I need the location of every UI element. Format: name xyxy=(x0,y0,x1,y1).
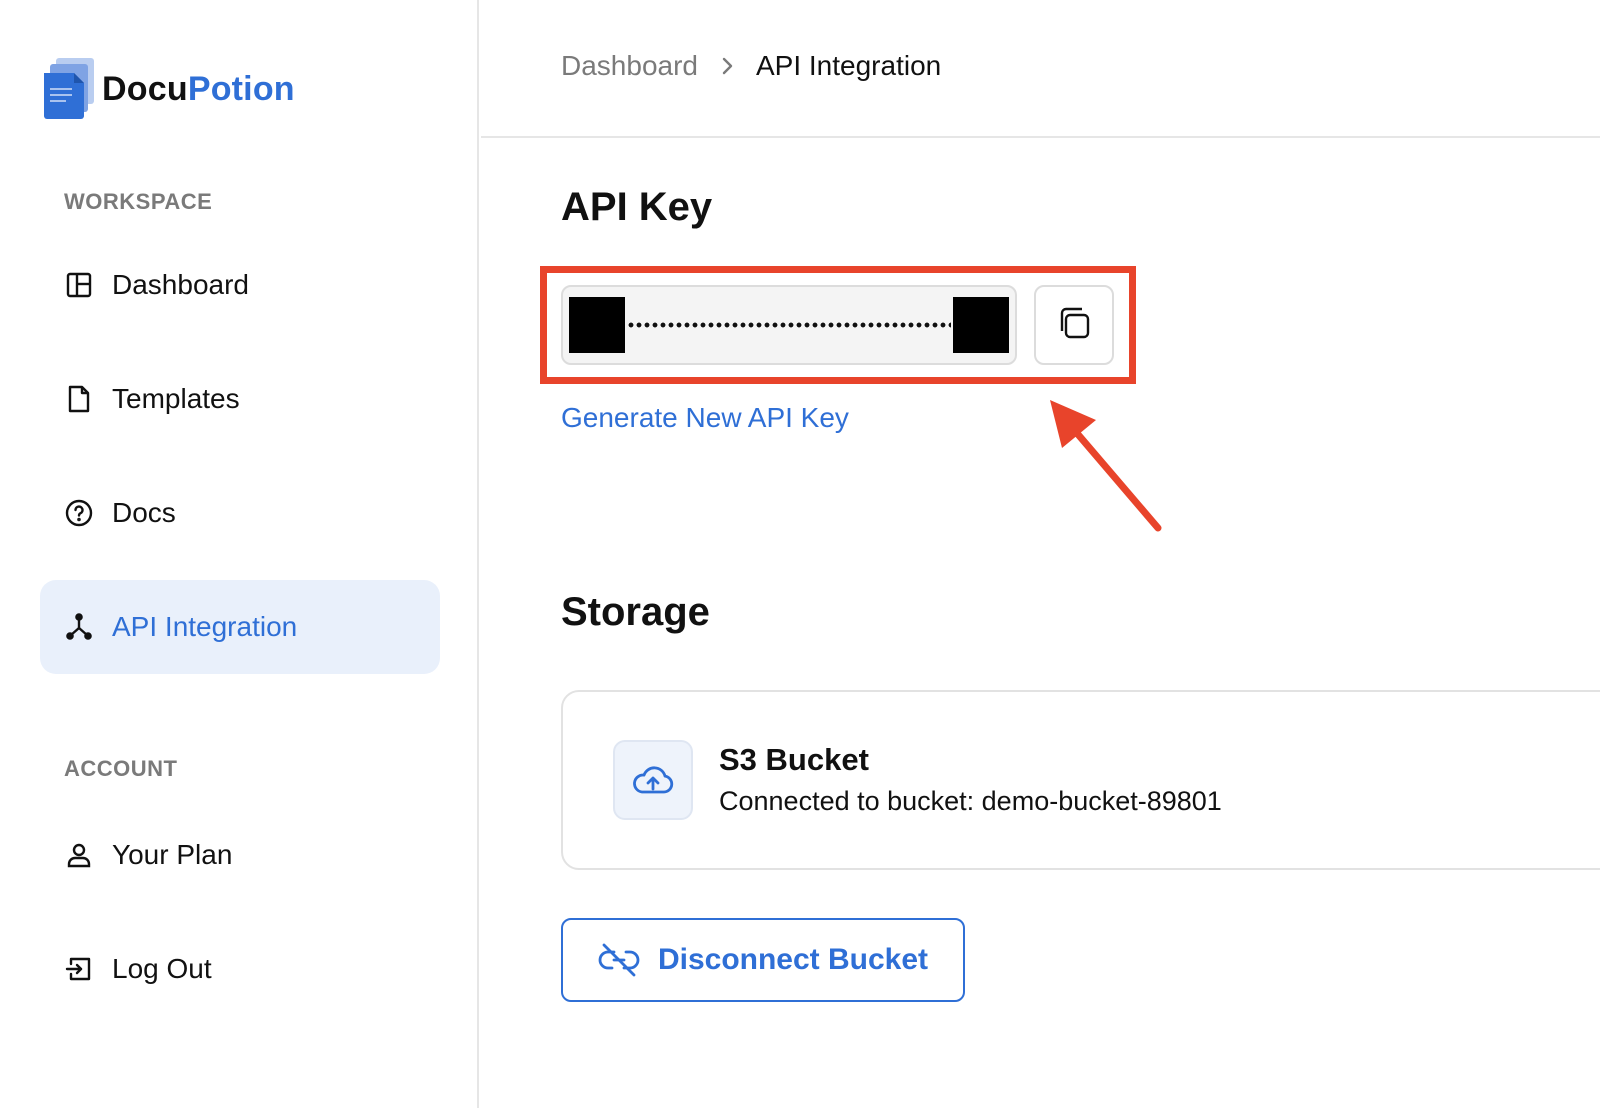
chevron-right-icon xyxy=(720,55,734,77)
sidebar-item-label: Your Plan xyxy=(112,839,233,870)
user-icon xyxy=(64,840,94,870)
sidebar: DocuPotion WORKSPACE Dashboard Templates… xyxy=(0,0,479,1108)
disconnect-bucket-button[interactable]: Disconnect Bucket xyxy=(561,918,965,1002)
brand-name: DocuPotion xyxy=(102,70,295,109)
brand-name-part1: Docu xyxy=(102,69,188,108)
redaction-block-left xyxy=(569,297,625,353)
sidebar-item-docs[interactable]: Docs xyxy=(40,466,440,560)
cloud-upload-icon xyxy=(613,740,693,820)
sidebar-item-templates[interactable]: Templates xyxy=(40,352,440,446)
file-icon xyxy=(64,384,94,414)
bucket-title: S3 Bucket xyxy=(719,742,869,777)
disconnect-bucket-label: Disconnect Bucket xyxy=(657,943,929,976)
copy-api-key-button[interactable] xyxy=(1034,285,1114,365)
section-label-workspace: WORKSPACE xyxy=(64,189,213,214)
breadcrumb: Dashboard API Integration xyxy=(561,50,941,82)
section-label-account: ACCOUNT xyxy=(64,756,178,781)
sidebar-item-label: API Integration xyxy=(112,611,298,642)
redaction-block-right xyxy=(953,297,1009,353)
logo-icon xyxy=(44,58,96,120)
sidebar-item-api-integration[interactable]: API Integration xyxy=(40,580,440,674)
storage-heading: Storage xyxy=(561,590,710,634)
sidebar-item-label: Log Out xyxy=(112,953,212,984)
unlink-icon xyxy=(598,942,640,978)
api-icon xyxy=(64,612,94,642)
sidebar-item-label: Docs xyxy=(112,497,176,528)
api-key-heading: API Key xyxy=(561,185,713,229)
sidebar-item-dashboard[interactable]: Dashboard xyxy=(40,238,440,332)
sidebar-item-your-plan[interactable]: Your Plan xyxy=(40,808,440,902)
layout-icon xyxy=(64,270,94,300)
generate-new-api-key-link[interactable]: Generate New API Key xyxy=(561,402,849,434)
sidebar-item-label: Dashboard xyxy=(112,269,249,300)
bucket-description: Connected to bucket: demo-bucket-89801 xyxy=(719,786,1222,816)
brand-name-part2: Potion xyxy=(187,69,295,108)
masked-key-dots xyxy=(627,322,951,328)
brand-logo[interactable]: DocuPotion xyxy=(44,58,295,120)
annotation-arrow-icon xyxy=(1050,400,1162,532)
copy-icon xyxy=(1057,306,1091,345)
storage-card: S3 Bucket Connected to bucket: demo-buck… xyxy=(561,690,1600,870)
sidebar-item-label: Templates xyxy=(112,383,240,414)
api-key-field[interactable] xyxy=(561,285,1017,365)
breadcrumb-item-dashboard[interactable]: Dashboard xyxy=(561,50,698,82)
help-circle-icon xyxy=(64,498,94,528)
logout-icon xyxy=(64,954,94,984)
sidebar-item-log-out[interactable]: Log Out xyxy=(40,922,440,1016)
top-bar: Dashboard API Integration xyxy=(481,0,1600,138)
breadcrumb-item-current: API Integration xyxy=(755,50,942,81)
